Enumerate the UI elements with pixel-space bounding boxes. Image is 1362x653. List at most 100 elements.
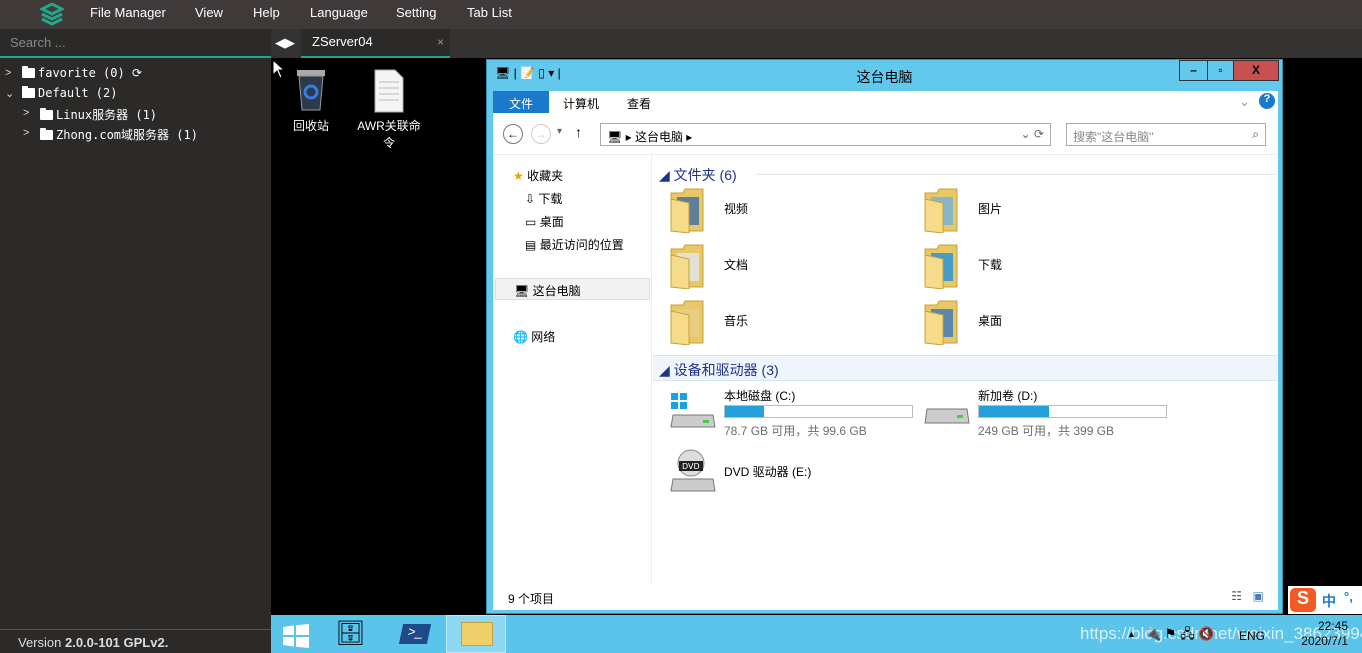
- folder-icon: [40, 128, 53, 140]
- refresh-icon[interactable]: ⌄ ⟳: [1021, 127, 1044, 141]
- nav-this-pc[interactable]: 🖥 这台电脑: [495, 278, 650, 300]
- folder-icon[interactable]: [923, 299, 959, 346]
- punctuation-icon: °,: [1344, 589, 1353, 604]
- search-input[interactable]: [0, 29, 271, 58]
- ime-indicator[interactable]: S 中 °,: [1288, 586, 1362, 614]
- tab-zserver04[interactable]: ZServer04 ×: [301, 29, 450, 58]
- chevron-right-icon[interactable]: >: [23, 107, 29, 119]
- desktop-recycle-bin[interactable]: 回收站: [276, 68, 346, 134]
- ribbon-tab-file[interactable]: 文件: [493, 91, 549, 113]
- large-icons-view-icon[interactable]: ▣: [1253, 589, 1264, 603]
- tray-icons[interactable]: 🔌 ⚑ 🖧 🔇: [1145, 625, 1214, 647]
- refresh-icon[interactable]: ⟳: [132, 66, 142, 80]
- details-view-icon[interactable]: ☷: [1231, 589, 1242, 603]
- folder-icon[interactable]: [669, 243, 705, 290]
- clock[interactable]: 22:45 2020/7/1: [1301, 619, 1348, 649]
- folder-icon[interactable]: [669, 187, 705, 234]
- close-tab-icon[interactable]: ×: [437, 35, 444, 49]
- maximize-button[interactable]: ▫: [1207, 60, 1234, 81]
- folders-section-header[interactable]: ◢ 文件夹 (6): [659, 165, 737, 185]
- nav-recent[interactable]: ▤ 最近访问的位置: [525, 236, 624, 253]
- folder-open-icon: [22, 86, 35, 98]
- ribbon-tabs: 文件 计算机 查看 ⌄ ?: [493, 91, 1278, 115]
- help-icon[interactable]: ?: [1259, 93, 1275, 109]
- nav-network[interactable]: 🌐 网络: [513, 328, 555, 345]
- app-logo-icon: [40, 3, 64, 26]
- nav-downloads[interactable]: ⇩ 下载: [525, 190, 562, 207]
- tree-item-default[interactable]: Default (2): [22, 86, 117, 100]
- nav-desktop[interactable]: ▭ 桌面: [525, 213, 564, 230]
- language-indicator[interactable]: ENG: [1239, 629, 1265, 643]
- folder-label[interactable]: 桌面: [978, 312, 1002, 329]
- expand-ribbon-icon[interactable]: ⌄: [1239, 94, 1250, 110]
- folder-icon[interactable]: [923, 187, 959, 234]
- menu-setting[interactable]: Setting: [396, 5, 436, 20]
- menu-language[interactable]: Language: [310, 5, 368, 20]
- folder-label[interactable]: 音乐: [724, 312, 748, 329]
- hard-drive-icon: [924, 408, 970, 424]
- status-bar: 9 个项目 ☷ ▣: [493, 585, 1278, 610]
- taskbar: 🗄 >_ https://blog.csdn.net/weixin_386239…: [271, 615, 1362, 653]
- drive-e-name: DVD 驱动器 (E:): [724, 465, 812, 479]
- top-menu-bar: File Manager View Help Language Setting …: [0, 0, 1362, 29]
- recent-dropdown-icon[interactable]: ▾: [557, 126, 562, 137]
- server-manager-icon[interactable]: 🗄: [335, 619, 365, 648]
- show-hidden-icons[interactable]: ▲: [1127, 629, 1136, 639]
- back-button[interactable]: ←: [503, 124, 523, 144]
- chevron-right-icon[interactable]: >: [23, 127, 29, 139]
- explorer-taskbar-button[interactable]: [446, 615, 506, 653]
- folder-label[interactable]: 文档: [724, 256, 748, 273]
- powershell-icon[interactable]: >_: [398, 624, 432, 644]
- recycle-bin-icon: [297, 70, 325, 111]
- windows-start-icon[interactable]: [283, 624, 309, 648]
- desktop-icon: ▭: [525, 215, 537, 229]
- tab-scroll-arrows-icon[interactable]: ◀▶: [275, 35, 295, 51]
- forward-button[interactable]: →: [531, 124, 551, 144]
- nav-favorites[interactable]: ★ 收藏夹: [513, 167, 563, 184]
- hard-drive-icon: [670, 393, 716, 428]
- folder-icon[interactable]: [669, 299, 705, 346]
- ribbon-tab-view[interactable]: 查看: [627, 91, 651, 113]
- chevron-right-icon[interactable]: >: [5, 67, 11, 79]
- chevron-down-icon[interactable]: ⌄: [5, 87, 14, 100]
- menu-help[interactable]: Help: [253, 5, 280, 20]
- drive-c-info: 78.7 GB 可用，共 99.6 GB: [724, 424, 867, 438]
- drive-d[interactable]: [923, 391, 971, 436]
- drive-d-usage-bar: [978, 405, 1167, 418]
- svg-text:DVD: DVD: [682, 462, 700, 471]
- menu-file-manager[interactable]: File Manager: [90, 5, 166, 20]
- up-button[interactable]: ↑: [575, 124, 582, 140]
- search-box[interactable]: 搜索"这台电脑" ⌕: [1066, 123, 1266, 146]
- window-title: 这台电脑: [856, 69, 913, 85]
- desktop-awr-file[interactable]: AWR关联命令: [354, 68, 424, 151]
- folder-label[interactable]: 图片: [978, 200, 1002, 217]
- folder-label[interactable]: 下载: [978, 256, 1002, 273]
- address-bar-row: ← → ▾ ↑ 🖥 ▸ 这台电脑 ▸ ⌄ ⟳ 搜索"这台电脑" ⌕: [493, 115, 1278, 155]
- drive-c[interactable]: [669, 391, 717, 436]
- computer-icon: 🖥: [607, 130, 623, 144]
- close-button[interactable]: X: [1233, 60, 1279, 81]
- tree-item-favorite[interactable]: favorite (0) ⟳: [22, 66, 142, 80]
- drive-c-name: 本地磁盘 (C:): [724, 389, 796, 403]
- drive-d-info: 249 GB 可用，共 399 GB: [978, 424, 1115, 438]
- folder-label[interactable]: 视频: [724, 200, 748, 217]
- ribbon-tab-computer[interactable]: 计算机: [563, 91, 599, 113]
- text-file-icon: [374, 69, 404, 113]
- tab-bar: ◀▶ ZServer04 ×: [271, 29, 1362, 58]
- devices-section-header[interactable]: ◢ 设备和驱动器 (3): [659, 360, 779, 380]
- minimize-button[interactable]: –: [1179, 60, 1208, 81]
- star-icon: ★: [513, 169, 524, 183]
- version-footer: Version 2.0.0-101 GPLv2.: [0, 629, 271, 653]
- drive-e[interactable]: DVD: [669, 447, 717, 496]
- menu-tab-list[interactable]: Tab List: [467, 5, 512, 20]
- menu-view[interactable]: View: [195, 5, 223, 20]
- dvd-drive-icon: DVD: [670, 449, 716, 492]
- tree-item-linux[interactable]: Linux服务器 (1): [40, 106, 157, 123]
- network-icon: 🌐: [513, 330, 528, 344]
- folder-icon[interactable]: [923, 243, 959, 290]
- address-input[interactable]: 🖥 ▸ 这台电脑 ▸ ⌄ ⟳: [600, 123, 1051, 146]
- folder-icon: [22, 66, 35, 78]
- search-icon: ⌕: [1252, 127, 1259, 141]
- drive-d-name: 新加卷 (D:): [978, 389, 1038, 403]
- tree-item-zhong[interactable]: Zhong.com域服务器 (1): [40, 126, 198, 143]
